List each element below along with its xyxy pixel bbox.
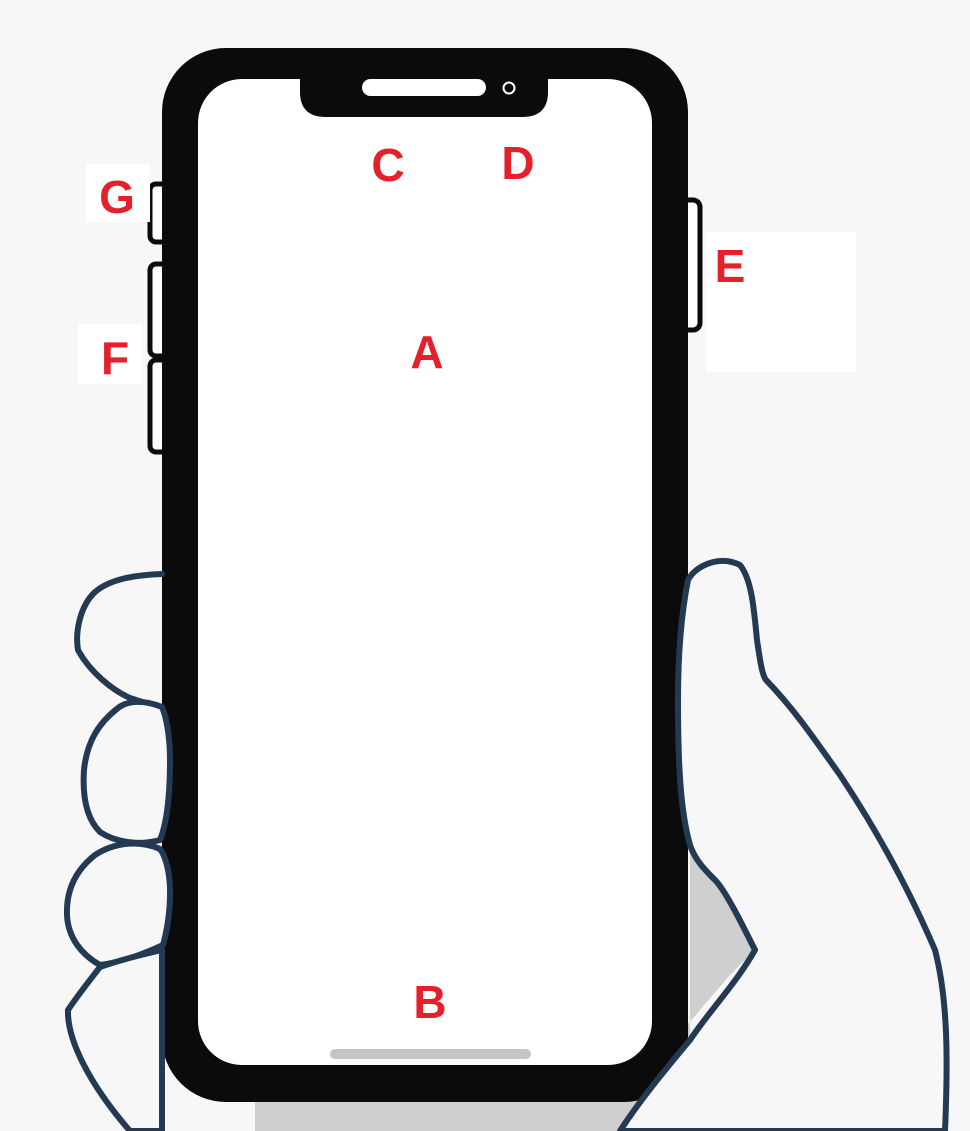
phone-screen <box>198 79 652 1065</box>
label-e: E <box>715 240 746 292</box>
phone-diagram: A B C D E F G <box>0 0 970 1131</box>
label-f: F <box>101 332 129 384</box>
home-indicator <box>330 1049 531 1059</box>
label-a: A <box>410 326 443 378</box>
label-d: D <box>501 137 534 189</box>
earpiece-speaker <box>362 79 486 96</box>
label-c: C <box>371 139 404 191</box>
label-b: B <box>413 976 446 1028</box>
label-g: G <box>99 171 135 223</box>
diagram-canvas: A B C D E F G <box>0 0 970 1131</box>
